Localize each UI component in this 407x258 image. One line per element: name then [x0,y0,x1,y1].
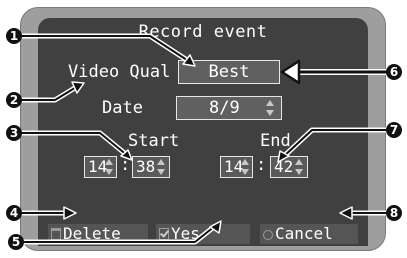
callout-leader-lines [15,33,394,245]
callout-4: 4 [6,205,22,221]
callout-5: 5 [8,234,24,250]
callout-2: 2 [6,92,22,108]
callout-8: 8 [386,205,402,221]
callout-3: 3 [6,125,22,141]
callout-6: 6 [386,64,402,80]
callout-1: 1 [6,28,22,44]
callout-7: 7 [386,122,402,138]
